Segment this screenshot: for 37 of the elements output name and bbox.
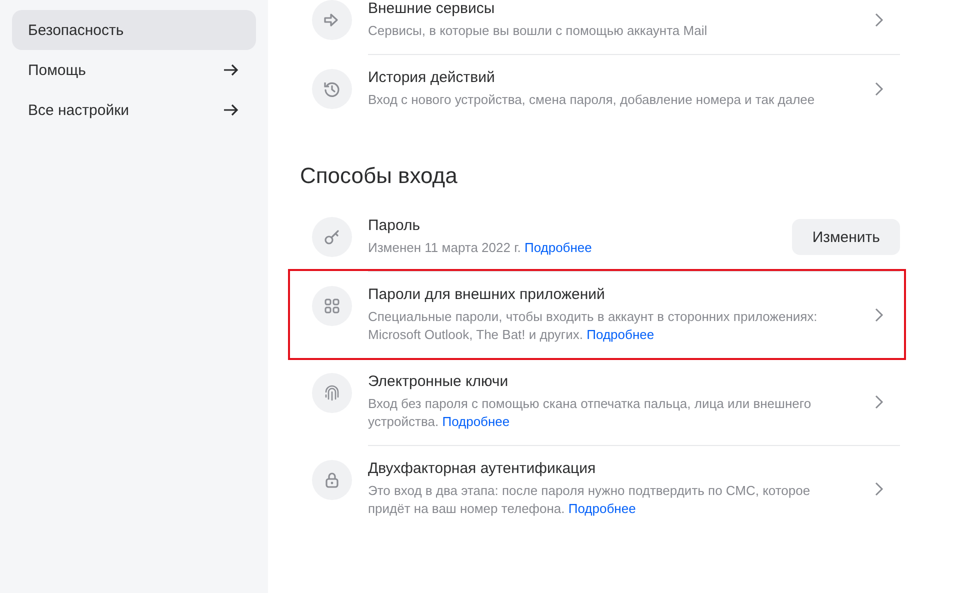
sidebar-item[interactable]: Все настройки	[12, 90, 256, 130]
row-title: Электронные ключи	[368, 373, 510, 390]
section-heading: Способы входа	[300, 163, 458, 189]
grid-icon	[312, 286, 352, 326]
settings-row[interactable]: Пароль Изменен 11 марта 2022 г. Подробнее Изменить	[300, 203, 900, 271]
more-link[interactable]: Подробнее	[586, 327, 654, 342]
settings-row[interactable]: Внешние сервисы Сервисы, в которые вы вошли с помощью аккаунта Mail	[300, 0, 900, 54]
chevron-icon	[874, 13, 884, 27]
row-title: Внешние сервисы	[368, 0, 496, 17]
history-icon	[312, 69, 352, 109]
fingerprint-icon	[312, 373, 352, 413]
settings-row[interactable]: Двухфакторная аутентификация Это вход в два этапа: после пароля нужно подтвердить по СМС, которое придёт на ваш номер телефона. Подробнее	[300, 446, 900, 532]
row-description: Это вход в два этапа: после пароля нужно подтвердить по СМС, которое придёт на ваш номер телефона. Подробнее	[368, 482, 812, 518]
sidebar-item[interactable]: Безопасность	[12, 10, 256, 50]
chevron-icon	[874, 395, 884, 409]
more-link[interactable]: Подробнее	[568, 501, 636, 516]
lock-icon	[312, 460, 352, 500]
row-description: Сервисы, в которые вы вошли с помощью аккаунта Mail	[368, 22, 708, 40]
change-button[interactable]: Изменить	[792, 219, 900, 255]
key-icon	[312, 217, 352, 257]
sidebar-item[interactable]: Помощь	[12, 50, 256, 90]
chevron-icon	[874, 82, 884, 96]
row-description: Вход без пароля с помощью скана отпечатка пальца, лица или внешнего устройства. Подробнее	[368, 395, 812, 431]
more-link[interactable]: Подробнее	[442, 414, 510, 429]
row-description: Специальные пароли, чтобы входить в аккаунт в сторонних приложениях: Microsoft Outlook, The Bat! и других. Подробнее	[368, 308, 818, 344]
row-title: Пароль	[368, 217, 422, 234]
row-title: Пароли для внешних приложений	[368, 286, 606, 303]
settings-row[interactable]: Электронные ключи Вход без пароля с помощью скана отпечатка пальца, лица или внешнего устройства. Подробнее	[300, 359, 900, 445]
settings-row[interactable]: История действий Вход с нового устройства, смена пароля, добавление номера и так далее	[300, 55, 900, 123]
chevron-icon	[874, 308, 884, 322]
row-title: История действий	[368, 69, 496, 86]
chevron-icon	[874, 482, 884, 496]
row-description: Вход с нового устройства, смена пароля, добавление номера и так далее	[368, 91, 816, 109]
row-title: Двухфакторная аутентификация	[368, 460, 597, 477]
more-link[interactable]: Подробнее	[524, 240, 592, 255]
share-icon	[312, 0, 352, 40]
row-description: Изменен 11 марта 2022 г. Подробнее	[368, 239, 593, 257]
